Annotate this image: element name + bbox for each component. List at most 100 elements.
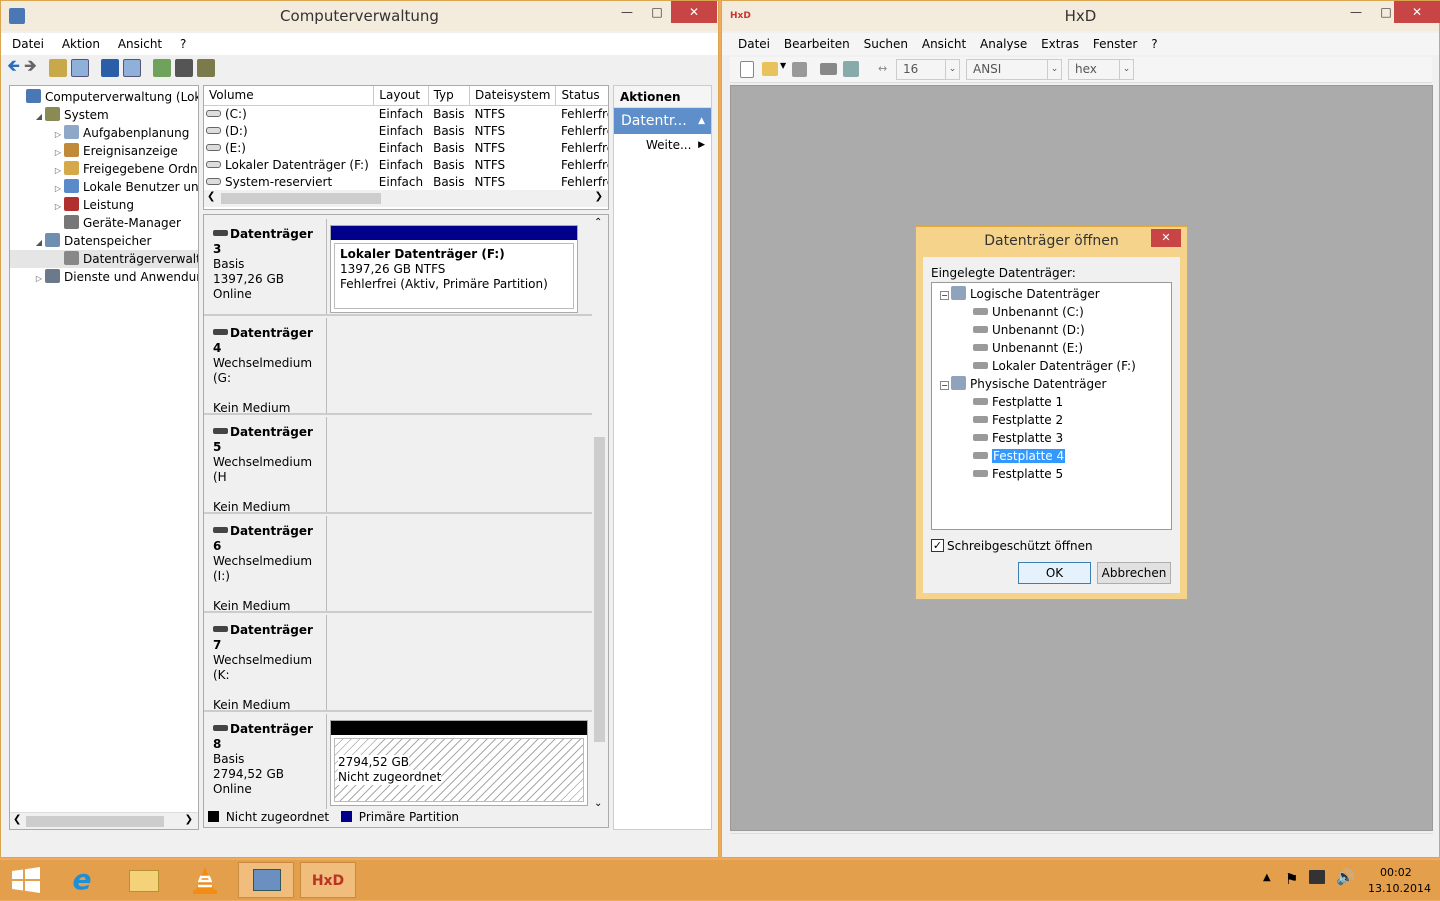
table-row[interactable]: Lokaler Datenträger (F:) Einfach Basis NTFS…: [204, 156, 608, 173]
disk-label[interactable]: Datenträger 4 Wechselmedium (G: Kein Mediu…: [204, 318, 327, 415]
disk-node[interactable]: Festplatte 2: [932, 411, 1171, 429]
table-row[interactable]: (D:) Einfach Basis NTFS Fehlerfrei (Primä: [204, 122, 608, 139]
save-icon[interactable]: [792, 62, 807, 77]
ok-button[interactable]: OK: [1018, 562, 1091, 584]
taskbar-hxd[interactable]: HxD: [300, 862, 356, 898]
back-arrow-icon[interactable]: 🡸: [7, 55, 20, 82]
col-type[interactable]: Typ: [428, 86, 471, 106]
tree-item[interactable]: ◢ System: [10, 106, 198, 124]
network-icon[interactable]: [1309, 870, 1325, 884]
tree-item[interactable]: ▷ Freigegebene Ordner: [10, 160, 198, 178]
clock-time[interactable]: 00:02: [1380, 866, 1412, 879]
start-windows-icon[interactable]: [0, 862, 56, 898]
close-button[interactable]: ✕: [671, 1, 717, 23]
show-hidden-icons-icon[interactable]: ▲: [1263, 872, 1271, 883]
disk-vscrollbar[interactable]: ⌃ ⌄: [592, 217, 606, 809]
clock-date[interactable]: 13.10.2014: [1368, 882, 1431, 895]
properties-icon[interactable]: [175, 59, 193, 77]
disk-group-node[interactable]: − Physische Datenträger: [932, 375, 1171, 393]
hxd-menu-suchen[interactable]: Suchen: [859, 33, 913, 55]
volume-hscrollbar[interactable]: ❮ ❯: [204, 190, 608, 207]
folder-up-icon[interactable]: [49, 59, 67, 77]
action-pane-icon[interactable]: [123, 59, 141, 77]
hxd-close-button[interactable]: ✕: [1394, 1, 1440, 23]
hxd-menu-bearbeiten[interactable]: Bearbeiten: [779, 33, 855, 55]
tree-item[interactable]: ◢ Datenspeicher: [10, 232, 198, 250]
actions-more[interactable]: Weite... ▶: [614, 134, 711, 156]
offset-base-select[interactable]: hex ⌄: [1068, 59, 1134, 80]
tree-item[interactable]: ▷ Dienste und Anwendungen: [10, 268, 198, 286]
dialog-titlebar[interactable]: Datenträger öffnen ✕: [916, 227, 1187, 256]
disk-node[interactable]: Unbenannt (C:): [932, 303, 1171, 321]
hxd-menu-datei[interactable]: Datei: [733, 33, 775, 55]
expander-icon[interactable]: ▷: [33, 270, 45, 288]
disk-row[interactable]: Datenträger 3 Basis 1397,26 GB Online Lokale…: [204, 219, 592, 316]
col-filesystem[interactable]: Dateisystem: [469, 86, 557, 106]
open-dropdown-icon[interactable]: ▼: [780, 61, 786, 70]
disk-row[interactable]: Datenträger 6 Wechselmedium (I:) Kein Medi…: [204, 516, 592, 613]
open-disk-icon[interactable]: [820, 63, 837, 75]
menu-help[interactable]: ?: [173, 33, 193, 55]
disk-label[interactable]: Datenträger 5 Wechselmedium (H Kein Medium: [204, 417, 327, 514]
table-row[interactable]: (E:) Einfach Basis NTFS Fehlerfrei (Primä: [204, 139, 608, 156]
col-layout[interactable]: Layout: [373, 86, 429, 106]
disk-label[interactable]: Datenträger 3 Basis 1397,26 GB Online: [204, 219, 327, 314]
collapse-triangle-icon[interactable]: ▲: [698, 108, 705, 134]
col-status[interactable]: Status: [555, 86, 608, 106]
disk-label[interactable]: Datenträger 7 Wechselmedium (K: Kein Mediu…: [204, 615, 327, 712]
vlc-icon[interactable]: [177, 862, 233, 898]
refresh-icon[interactable]: [153, 59, 171, 77]
hxd-menu-ansicht[interactable]: Ansicht: [917, 33, 971, 55]
disk-row[interactable]: Datenträger 5 Wechselmedium (H Kein Medium: [204, 417, 592, 514]
charset-select[interactable]: ANSI ⌄: [966, 59, 1062, 80]
internet-explorer-icon[interactable]: e: [54, 862, 110, 898]
disk-label[interactable]: Datenträger 8 Basis 2794,52 GB Online: [204, 714, 327, 809]
menu-datei[interactable]: Datei: [5, 33, 51, 55]
disk-node[interactable]: Unbenannt (D:): [932, 321, 1171, 339]
file-explorer-icon[interactable]: [116, 862, 172, 898]
hxd-menu-extras[interactable]: Extras: [1036, 33, 1084, 55]
open-ram-icon[interactable]: [843, 61, 859, 77]
new-file-icon[interactable]: [740, 61, 754, 78]
disk-row[interactable]: Datenträger 7 Wechselmedium (K: Kein Mediu…: [204, 615, 592, 712]
hxd-menu-fenster[interactable]: Fenster: [1088, 33, 1143, 55]
tree-item[interactable]: Computerverwaltung (Lokal): [10, 88, 198, 106]
disk-settings-icon[interactable]: [197, 59, 215, 77]
tree-item[interactable]: Datenträgerverwaltung: [10, 250, 198, 268]
table-row[interactable]: (C:) Einfach Basis NTFS Fehlerfrei (Startp: [204, 105, 608, 122]
disk-node[interactable]: Festplatte 3: [932, 429, 1171, 447]
actions-section[interactable]: Datentr... ▲: [614, 108, 711, 134]
cm-titlebar[interactable]: Computerverwaltung — □ ✕: [1, 1, 718, 31]
hxd-titlebar[interactable]: HxD HxD — □ ✕: [722, 1, 1440, 31]
cancel-button[interactable]: Abbrechen: [1097, 562, 1171, 584]
disk-node[interactable]: Unbenannt (E:): [932, 339, 1171, 357]
disk-label[interactable]: Datenträger 6 Wechselmedium (I:) Kein Medi…: [204, 516, 327, 613]
help-icon[interactable]: [101, 59, 119, 77]
disk-node[interactable]: Festplatte 4: [932, 447, 1171, 465]
volume-icon[interactable]: 🔊: [1336, 868, 1355, 886]
menu-aktion[interactable]: Aktion: [55, 33, 107, 55]
hxd-menu-help[interactable]: ?: [1146, 33, 1162, 55]
open-folder-icon[interactable]: [762, 62, 778, 76]
taskbar-computer-management[interactable]: [238, 862, 294, 898]
bytes-per-row-arrows-icon[interactable]: ↔: [878, 62, 887, 75]
tree-item[interactable]: Geräte-Manager: [10, 214, 198, 232]
tree-item[interactable]: ▷ Aufgabenplanung: [10, 124, 198, 142]
bytes-per-row-select[interactable]: 16 ⌄: [896, 59, 960, 80]
disk-row[interactable]: Datenträger 4 Wechselmedium (G: Kein Mediu…: [204, 318, 592, 415]
tree-item[interactable]: ▷Lokale Benutzer und Gr: [10, 178, 198, 196]
forward-arrow-icon[interactable]: 🡺: [24, 55, 37, 82]
table-row[interactable]: System-reserviert Einfach Basis NTFS Fehlerf…: [204, 173, 608, 190]
menu-ansicht[interactable]: Ansicht: [111, 33, 169, 55]
tree-item[interactable]: ▷ Leistung: [10, 196, 198, 214]
collapse-box-icon[interactable]: −: [940, 381, 949, 390]
tree-hscrollbar[interactable]: ❮ ❯: [10, 812, 198, 829]
action-center-flag-icon[interactable]: ⚑: [1285, 870, 1298, 888]
collapse-box-icon[interactable]: −: [940, 291, 949, 300]
disk-node[interactable]: Festplatte 5: [932, 465, 1171, 483]
col-volume[interactable]: Volume: [204, 86, 375, 106]
disk-node[interactable]: Lokaler Datenträger (F:): [932, 357, 1171, 375]
unallocated-partition[interactable]: 2794,52 GB Nicht zugeordnet: [330, 720, 588, 806]
disk-row[interactable]: Datenträger 8 Basis 2794,52 GB Online 2794,5…: [204, 714, 592, 809]
disk-group-node[interactable]: − Logische Datenträger: [932, 285, 1171, 303]
